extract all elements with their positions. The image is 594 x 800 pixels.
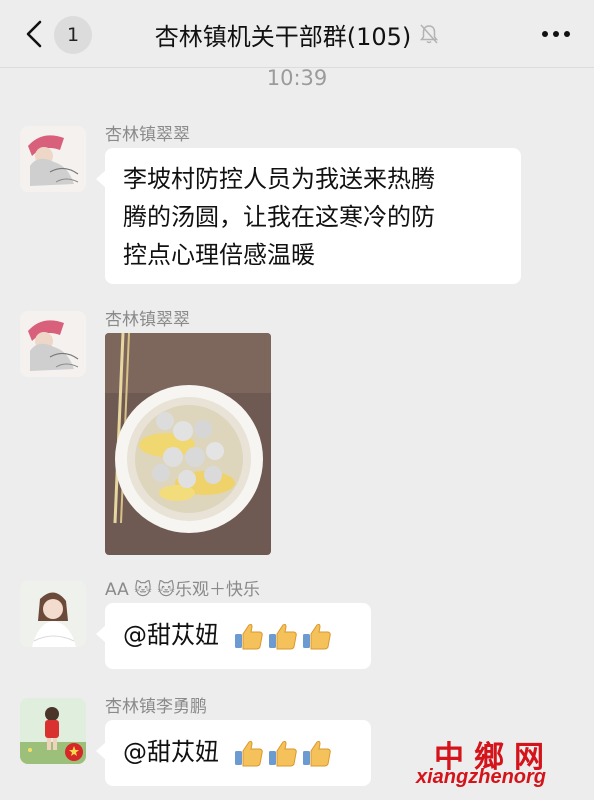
mention-text: @甜苁妞 [123,621,219,649]
sender-name: 杏林镇翠翠 [105,310,190,330]
watermark-url-text: xiangzhenorg [416,766,547,788]
sender-name: AA 🐱 🐱乐观＋快乐 [105,580,260,600]
chat-title-area: 杏林镇机关干部群(105) [100,0,494,68]
sender-name: 杏林镇李勇鹏 [105,697,207,717]
tangyuan-photo-image [105,333,271,555]
chat-header: 1 杏林镇机关干部群(105) [0,0,594,68]
message-bubble[interactable]: 李坡村防控人员为我送来热腾 腾的汤圆，让我在这寒冷的防 控点心理倍感温暖 [96,148,521,284]
thumbs-up-emoji-icon [234,740,331,767]
sender-name: 杏林镇翠翠 [105,125,190,145]
avatar[interactable] [20,311,86,377]
avatar-image [20,126,86,192]
avatar-image [20,311,86,377]
unread-count-badge: 1 [54,16,92,54]
message-timestamp: 10:39 [266,66,328,90]
site-watermark: 中鄉网 xiangzhenorg [416,732,586,794]
avatar[interactable] [20,581,86,647]
message-text-line: 李坡村防控人员为我送来热腾 [123,165,435,193]
message-text-line: 控点心理倍感温暖 [123,241,315,269]
avatar[interactable] [20,698,86,764]
message-photo[interactable] [105,333,271,555]
more-options-icon[interactable] [540,24,572,44]
back-button[interactable]: 1 [18,16,92,54]
avatar-image [20,581,86,647]
avatar-image [20,698,86,764]
mute-bell-icon [420,24,439,44]
thumbs-up-emoji-icon [234,623,331,650]
message-bubble[interactable]: @甜苁妞 [96,603,371,669]
mention-text: @甜苁妞 [123,738,219,766]
avatar[interactable] [20,126,86,192]
chat-title: 杏林镇机关干部群(105) [154,22,412,51]
message-text-line: 腾的汤圆，让我在这寒冷的防 [123,203,435,231]
chevron-left-icon [26,20,42,48]
message-bubble[interactable]: @甜苁妞 [96,720,371,786]
